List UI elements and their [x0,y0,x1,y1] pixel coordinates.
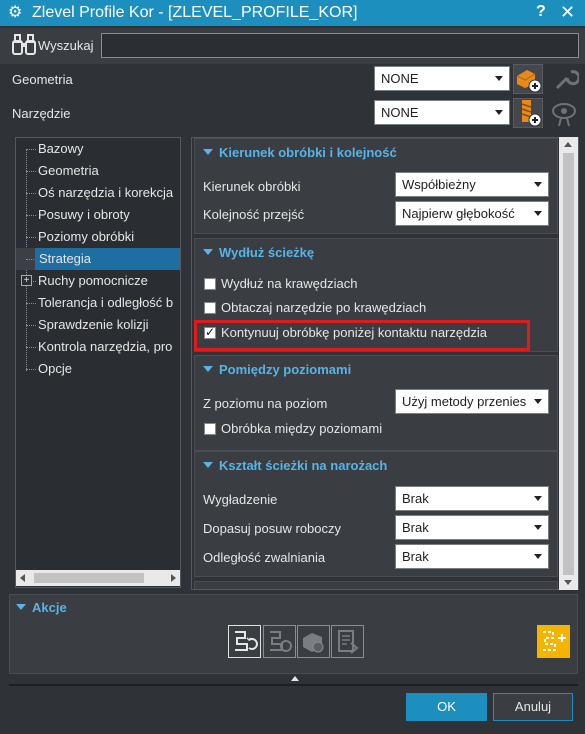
scroll-down-icon[interactable] [564,580,572,585]
navigation-tree: Bazowy Geometria Oś narzędzia i korekcja… [15,137,181,588]
tool-label: Narzędzie [12,106,71,121]
level-to-level-select[interactable]: Użyj metody przenies [395,389,549,414]
roll-tool-checkbox[interactable] [204,302,216,314]
close-button[interactable]: ✕ [560,2,575,23]
search-input[interactable] [101,33,579,58]
group-header-between-levels[interactable]: Pomiędzy poziomami [203,362,351,377]
collapse-up-icon[interactable] [291,676,299,681]
group-corner-shape: Kształt ścieżki na narożach Wygładzenie … [194,451,558,577]
collapse-icon [203,461,213,468]
tree-item-opcje[interactable]: Opcje [16,358,180,380]
collapse-icon [16,603,26,610]
pass-order-label: Kolejność przejść [203,207,305,222]
group-header-cut-direction[interactable]: Kierunek obróbki i kolejność [203,145,397,160]
tree-item-tolerancja[interactable]: Tolerancja i odległość b [16,292,180,314]
collapse-icon [203,365,213,372]
search-label: Wyszukaj [38,38,94,53]
settings-pane: Kierunek obróbki i kolejność Kierunek ob… [191,137,579,590]
tree-item-bazowy[interactable]: Bazowy [16,138,180,160]
ok-button[interactable]: OK [406,693,487,721]
group-cut-direction: Kierunek obróbki i kolejność Kierunek ob… [194,138,558,234]
slowdown-distance-label: Odległość zwalniania [203,550,326,565]
feed-adjust-label: Dopasuj posuw roboczy [203,521,342,536]
geometry-select[interactable]: NONE [374,66,510,91]
tree-item-ruchy-pomocnicze[interactable]: + Ruchy pomocnicze [16,270,180,292]
divider [9,684,578,686]
highlight-box [194,320,530,351]
geometry-value: NONE [381,71,419,86]
gear-icon: ⚙ [8,4,23,21]
chevron-down-icon [534,525,542,530]
tool-select[interactable]: NONE [374,100,510,125]
title-bar: ⚙ Zlevel Profile Kor - [ZLEVEL_PROFILE_K… [0,0,585,26]
chevron-down-icon [534,211,542,216]
tool-value: NONE [381,105,419,120]
actions-header[interactable]: Akcje [16,600,67,615]
chevron-down-icon [534,182,542,187]
roll-tool-label: Obtaczaj narzędzie po krawędziach [221,300,427,315]
chevron-down-icon [534,554,542,559]
tree-item-posuwy[interactable]: Posuwy i obroty [16,204,180,226]
group-between-levels: Pomiędzy poziomami Z poziomu na poziom U… [194,355,558,451]
extend-edges-checkbox[interactable] [204,278,216,290]
add-action-icon[interactable] [537,625,570,658]
tree-horizontal-scrollbar[interactable] [16,570,180,586]
group-header-corner-shape[interactable]: Kształt ścieżki na narożach [203,458,387,473]
verify-icon[interactable] [297,625,330,658]
level-to-level-label: Z poziomu na poziom [203,396,328,411]
scroll-right-icon[interactable] [171,574,176,582]
collapse-icon [203,248,213,255]
cut-direction-label: Kierunek obróbki [203,179,301,194]
geometry-label: Geometria [12,72,73,87]
help-button[interactable]: ? [536,3,546,21]
smoothing-label: Wygładzenie [203,492,278,507]
scroll-thumb[interactable] [563,153,574,575]
tree-item-os-narzedzia[interactable]: Oś narzędzia i korekcja [16,182,180,204]
collapse-icon [203,148,213,155]
generate-icon[interactable] [228,625,261,658]
cancel-button[interactable]: Anuluj [493,693,573,721]
smoothing-select[interactable]: Brak [395,486,549,511]
group-next-partial [194,581,558,589]
new-tool-icon[interactable] [513,98,543,128]
chevron-down-icon [495,76,503,81]
between-levels-checkbox[interactable] [204,423,216,435]
feed-adjust-select[interactable]: Brak [395,515,549,540]
binoculars-icon[interactable] [12,34,36,56]
tree-item-strategia[interactable]: Strategia [16,248,180,270]
tree-item-sprawdzenie-kolizji[interactable]: Sprawdzenie kolizji [16,314,180,336]
scroll-up-icon[interactable] [564,142,572,147]
scroll-thumb[interactable] [34,573,144,583]
group-header-extend-path[interactable]: Wydłuż ścieżkę [203,245,314,260]
chevron-down-icon [534,399,542,404]
tree-item-kontrola-narzedzia[interactable]: Kontrola narzędzia, pro [16,336,180,358]
between-levels-label: Obróbka między poziomami [221,421,383,436]
scroll-left-icon[interactable] [20,574,25,582]
eye-tool-icon[interactable] [549,98,579,128]
cut-direction-select[interactable]: Współbieżny [395,172,549,197]
wrench-icon[interactable] [549,64,579,94]
chevron-down-icon [534,496,542,501]
window-title: Zlevel Profile Kor - [ZLEVEL_PROFILE_KOR… [32,4,358,21]
expand-icon[interactable]: + [21,275,32,286]
tree-item-poziomy[interactable]: Poziomy obróbki [16,226,180,248]
tree-item-geometria[interactable]: Geometria [16,160,180,182]
pass-order-select[interactable]: Najpierw głębokość [395,201,549,226]
slowdown-distance-select[interactable]: Brak [395,544,549,569]
list-output-icon[interactable] [331,625,364,658]
chevron-down-icon [495,110,503,115]
extend-edges-label: Wydłuż na krawędziach [221,276,358,291]
new-geometry-icon[interactable] [513,64,543,94]
replay-icon[interactable] [263,625,296,658]
settings-vertical-scrollbar[interactable] [559,137,578,590]
